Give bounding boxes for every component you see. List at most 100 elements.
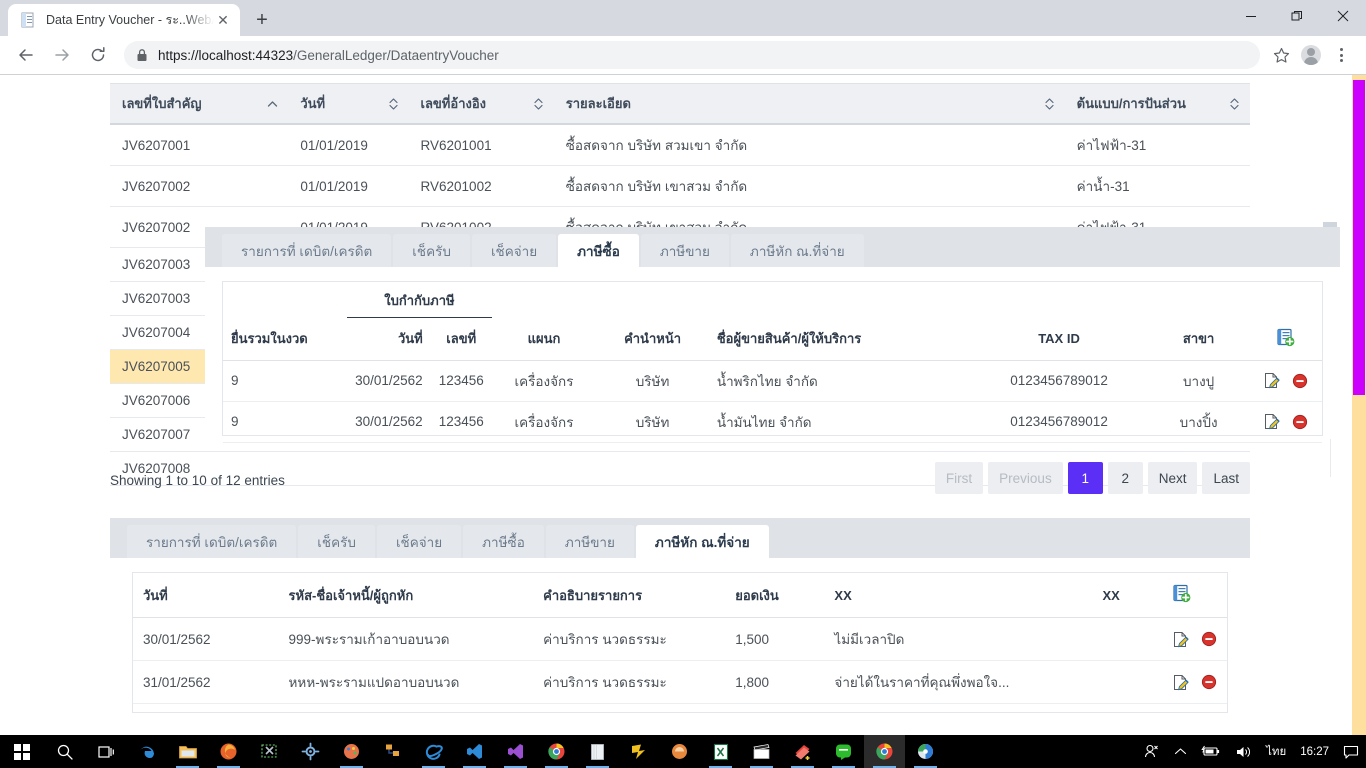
column-header-allocation[interactable]: ต้นแบบ/การปันส่วน — [1065, 84, 1250, 125]
firefox-icon[interactable] — [208, 735, 249, 768]
page-scrollbar-thumb[interactable] — [1353, 80, 1365, 395]
chrome-active-icon[interactable] — [864, 735, 905, 768]
snipping-tool-icon[interactable] — [249, 735, 290, 768]
column-header-ref-no[interactable]: เลขที่อ้างอิง — [409, 84, 554, 125]
column-header-detail-label: รายละเอียด — [566, 96, 631, 111]
internet-explorer-icon[interactable] — [413, 735, 454, 768]
table-row[interactable]: 9 30/01/2562 123456 เครื่องจักร บริษัท น… — [223, 401, 1322, 442]
purchase-tax-group-row: ใบกำกับภาษี — [223, 282, 1322, 318]
back-button-icon[interactable] — [10, 39, 42, 71]
settings-gear-icon[interactable] — [290, 735, 331, 768]
windows-start-icon[interactable] — [0, 735, 44, 768]
tab-cheque-paid[interactable]: เช็คจ่าย — [472, 234, 556, 267]
minimize-button[interactable] — [1228, 0, 1274, 32]
cell-date: 01/01/2019 — [288, 166, 408, 207]
delete-row-icon[interactable] — [1201, 674, 1217, 690]
withholding-tax-body: วันที่ รหัส-ชื่อเจ้าหนี้/ผู้ถูกหัก คำอธิ… — [110, 558, 1250, 714]
excel-icon[interactable] — [700, 735, 741, 768]
cell-allocation: ค่าน้ำ-31 — [1065, 166, 1250, 207]
delete-row-icon[interactable] — [1201, 631, 1217, 647]
movie-maker-icon[interactable] — [741, 735, 782, 768]
tab-sales-tax[interactable]: ภาษีขาย — [546, 525, 634, 558]
clock-time[interactable]: 16:27 — [1293, 735, 1336, 768]
add-row-icon[interactable] — [1162, 573, 1227, 618]
reload-button-icon[interactable] — [82, 39, 114, 71]
profile-avatar[interactable] — [1296, 40, 1326, 70]
task-view-icon[interactable] — [85, 735, 126, 768]
group-spacer-period — [223, 282, 347, 318]
tab-purchase-tax[interactable]: ภาษีซื้อ — [463, 525, 544, 558]
tab-cheque-paid[interactable]: เช็คจ่าย — [377, 525, 461, 558]
tab-cheque-received[interactable]: เช็ครับ — [393, 234, 470, 267]
cell-voucher-no: JV6207001 — [110, 124, 288, 166]
column-header-voucher-no[interactable]: เลขที่ใบสำคัญ — [110, 84, 288, 125]
paint-icon[interactable] — [331, 735, 372, 768]
cell-detail: ซื้อสดจาก บริษัท สวมเขา จำกัด — [554, 124, 1065, 166]
address-bar[interactable]: https://localhost:44323/GeneralLedger/Da… — [124, 41, 1260, 69]
tab-close-icon[interactable]: ✕ — [214, 11, 232, 29]
chrome-icon[interactable] — [536, 735, 577, 768]
delete-row-icon[interactable] — [1292, 373, 1308, 389]
new-tab-button[interactable]: + — [248, 6, 276, 34]
figma-icon[interactable] — [659, 735, 700, 768]
table-row[interactable]: JV6207002 01/01/2019 RV6201002 ซื้อสดจาก… — [110, 166, 1250, 207]
tab-purchase-tax[interactable]: ภาษีซื้อ — [558, 234, 639, 267]
edit-row-icon[interactable] — [1263, 413, 1280, 430]
tab-withholding-tax[interactable]: ภาษีหัก ณ.ที่จ่าย — [636, 525, 769, 558]
tab-withholding-tax[interactable]: ภาษีหัก ณ.ที่จ่าย — [731, 234, 864, 267]
vs-code-icon[interactable] — [454, 735, 495, 768]
cell-description: ค่าบริการ นวดธรรมะ — [533, 661, 725, 704]
notepad-icon[interactable] — [577, 735, 618, 768]
cell-description: ค่าบริการ นวดธรรมะ — [533, 618, 725, 661]
file-explorer-icon[interactable] — [167, 735, 208, 768]
chrome-menu-icon[interactable] — [1326, 40, 1356, 70]
tab-debit-credit[interactable]: รายการที่ เดบิต/เครดิต — [127, 525, 296, 558]
show-hidden-icons-chevron-icon[interactable] — [1167, 735, 1194, 768]
header-xx-1: XX — [824, 573, 1092, 618]
cell-prefix: บริษัท — [596, 401, 709, 442]
disc-icon[interactable] — [905, 735, 946, 768]
line-icon[interactable] — [823, 735, 864, 768]
edge-icon[interactable] — [126, 735, 167, 768]
pagination-first-button[interactable]: First — [935, 462, 983, 494]
table-row[interactable]: 9 30/01/2562 123456 เครื่องจักร บริษัท น… — [223, 360, 1322, 401]
tab-sales-tax[interactable]: ภาษีขาย — [641, 234, 729, 267]
tab-debit-credit[interactable]: รายการที่ เดบิต/เครดิต — [222, 234, 391, 267]
pagination-page-2-button[interactable]: 2 — [1108, 462, 1143, 494]
tab-cheque-received[interactable]: เช็ครับ — [298, 525, 375, 558]
table-row[interactable]: JV6207001 01/01/2019 RV6201001 ซื้อสดจาก… — [110, 124, 1250, 166]
pagination-page-1-button[interactable]: 1 — [1068, 462, 1103, 494]
cell-amount: 1,500 — [725, 618, 824, 661]
search-icon[interactable] — [44, 735, 85, 768]
people-icon[interactable] — [1136, 735, 1167, 768]
foxit-icon[interactable] — [618, 735, 659, 768]
battery-icon[interactable] — [1194, 735, 1228, 768]
edit-row-icon[interactable] — [1263, 372, 1280, 389]
cell-tax-id: 0123456789012 — [970, 360, 1148, 401]
volume-icon[interactable] — [1228, 735, 1259, 768]
bookmark-star-icon[interactable] — [1266, 40, 1296, 70]
add-row-icon[interactable] — [1249, 318, 1322, 361]
pagination-previous-button[interactable]: Previous — [988, 462, 1063, 494]
table-row[interactable]: 31/01/2562 หหห-พระรามแปดอาบอบนวด ค่าบริก… — [133, 661, 1227, 704]
restore-button[interactable] — [1274, 0, 1320, 32]
action-center-icon[interactable] — [1336, 735, 1366, 768]
browser-tab[interactable]: Data Entry Voucher - ระ..WebApp ✕ — [8, 4, 240, 36]
pagination-last-button[interactable]: Last — [1202, 462, 1250, 494]
language-indicator[interactable]: ไทย — [1259, 735, 1293, 768]
pagination-next-button[interactable]: Next — [1148, 462, 1198, 494]
close-window-button[interactable] — [1320, 0, 1366, 32]
table-row[interactable]: 30/01/2562 999-พระรามเก้าอาบอบนวด ค่าบริ… — [133, 618, 1227, 661]
column-header-date[interactable]: วันที่ — [288, 84, 408, 125]
edit-row-icon[interactable] — [1172, 631, 1189, 648]
column-header-detail[interactable]: รายละเอียด — [554, 84, 1065, 125]
edit-row-icon[interactable] — [1172, 674, 1189, 691]
visio-icon[interactable] — [372, 735, 413, 768]
sticky-notes-icon[interactable] — [782, 735, 823, 768]
visual-studio-icon[interactable] — [495, 735, 536, 768]
lock-icon — [136, 48, 148, 62]
forward-button-icon[interactable] — [46, 39, 78, 71]
delete-row-icon[interactable] — [1292, 414, 1308, 430]
toolbar-actions — [1266, 40, 1356, 70]
cell-branch: บางปิ้ง — [1148, 401, 1249, 442]
